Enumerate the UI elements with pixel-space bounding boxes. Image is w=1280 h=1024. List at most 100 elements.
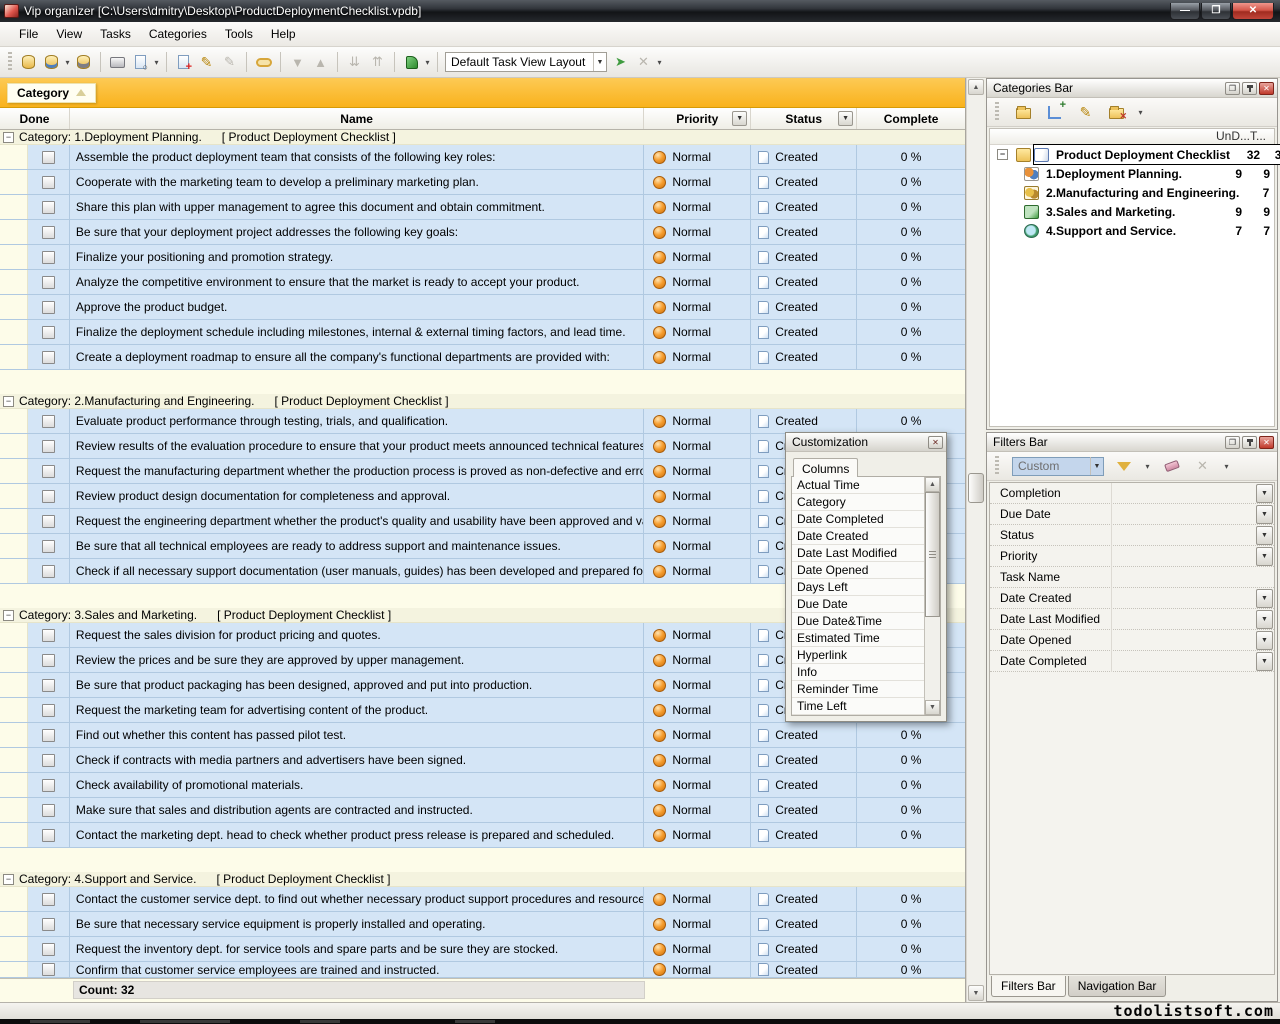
reminders-dropdown[interactable]: ▾ <box>423 58 432 67</box>
task-checkbox[interactable] <box>42 415 55 428</box>
column-header-complete[interactable]: Complete <box>857 108 965 129</box>
task-checkbox[interactable] <box>42 729 55 742</box>
status-filter-dropdown[interactable]: ▼ <box>838 111 853 126</box>
task-row[interactable]: Be sure that necessary service equipment… <box>0 912 965 937</box>
task-checkbox[interactable] <box>42 918 55 931</box>
task-checkbox[interactable] <box>42 201 55 214</box>
task-checkbox[interactable] <box>42 654 55 667</box>
layout-combo-arrow-icon[interactable]: ▼ <box>593 53 606 71</box>
filter-value-dropdown[interactable]: ▼ <box>1256 610 1273 629</box>
edit-task-button[interactable]: ✎ <box>195 51 218 74</box>
task-row[interactable]: Confirm that customer service employees … <box>0 962 965 978</box>
toolbar-overflow-dropdown[interactable]: ▾ <box>655 58 664 67</box>
filter-value-dropdown[interactable]: ▼ <box>1256 631 1273 650</box>
menu-item-tools[interactable]: Tools <box>216 23 262 45</box>
group-by-category-chip[interactable]: Category <box>7 83 96 103</box>
task-checkbox[interactable] <box>42 963 55 976</box>
task-row[interactable]: Create a deployment roadmap to ensure al… <box>0 345 965 370</box>
task-checkbox[interactable] <box>42 565 55 578</box>
task-checkbox[interactable] <box>42 540 55 553</box>
total-column-header[interactable]: T... <box>1250 129 1274 144</box>
dialog-scrollbar-thumb[interactable] <box>925 492 940 617</box>
panel-pin-button[interactable] <box>1242 436 1257 449</box>
print-preview-button[interactable] <box>129 51 152 74</box>
column-item-due-date-time[interactable]: Due Date&Time <box>792 613 924 630</box>
column-item-estimated-time[interactable]: Estimated Time <box>792 630 924 647</box>
collapse-icon[interactable]: − <box>3 610 14 621</box>
tree-item[interactable]: 4.Support and Service.77 <box>990 221 1274 240</box>
scroll-down-arrow-icon[interactable]: ▼ <box>968 985 984 1001</box>
dialog-scroll-up-icon[interactable]: ▲ <box>925 477 940 492</box>
task-checkbox[interactable] <box>42 754 55 767</box>
tab-filters-bar[interactable]: Filters Bar <box>991 976 1066 997</box>
category-group-row[interactable]: −Category: 4.Support and Service.[ Produ… <box>0 872 965 887</box>
filter-value-dropdown[interactable]: ▼ <box>1256 652 1273 671</box>
filter-combo-arrow-icon[interactable]: ▼ <box>1090 457 1103 475</box>
tree-item[interactable]: 1.Deployment Planning.99 <box>990 164 1274 183</box>
filter-value-input[interactable] <box>1112 651 1256 672</box>
tab-columns[interactable]: Columns <box>793 458 858 477</box>
task-checkbox[interactable] <box>42 301 55 314</box>
task-checkbox[interactable] <box>42 465 55 478</box>
tree-collapse-icon[interactable]: − <box>997 149 1008 160</box>
tree-item[interactable]: −Product Deployment Checklist3232 <box>990 145 1274 164</box>
task-checkbox[interactable] <box>42 679 55 692</box>
task-row[interactable]: Analyze the competitive environment to e… <box>0 270 965 295</box>
scrollbar-thumb[interactable] <box>968 473 984 503</box>
task-row[interactable]: Evaluate product performance through tes… <box>0 409 965 434</box>
menu-item-tasks[interactable]: Tasks <box>91 23 140 45</box>
task-checkbox[interactable] <box>42 490 55 503</box>
new-task-button[interactable] <box>172 51 195 74</box>
column-item-date-completed[interactable]: Date Completed <box>792 511 924 528</box>
apply-filter-dropdown[interactable]: ▾ <box>1143 462 1152 471</box>
tree-item[interactable]: 2.Manufacturing and Engineering.77 <box>990 183 1274 202</box>
task-checkbox[interactable] <box>42 804 55 817</box>
task-view-layout-combo[interactable]: Default Task View Layout ▼ <box>445 52 607 72</box>
column-header-status[interactable]: Status▼ <box>751 108 857 129</box>
move-up-button[interactable]: ▲ <box>309 51 332 74</box>
delete-layout-button[interactable]: ✕ <box>632 51 655 74</box>
restore-button[interactable]: ❐ <box>1201 3 1231 20</box>
task-checkbox[interactable] <box>42 893 55 906</box>
collapse-icon[interactable]: − <box>3 132 14 143</box>
category-group-row[interactable]: −Category: 2.Manufacturing and Engineeri… <box>0 394 965 409</box>
close-button[interactable]: ✕ <box>1232 3 1274 20</box>
clear-filter-button[interactable] <box>1160 455 1183 478</box>
panel-close-button[interactable]: ✕ <box>1259 436 1274 449</box>
task-row[interactable]: Request the inventory dept. for service … <box>0 937 965 962</box>
menu-item-categories[interactable]: Categories <box>140 23 216 45</box>
categories-toolbar-dropdown[interactable]: ▾ <box>1136 108 1145 117</box>
column-item-hyperlink[interactable]: Hyperlink <box>792 647 924 664</box>
column-header-priority[interactable]: Priority▼ <box>644 108 751 129</box>
task-row[interactable]: Check if contracts with media partners a… <box>0 748 965 773</box>
task-row[interactable]: Be sure that your deployment project add… <box>0 220 965 245</box>
apply-layout-button[interactable]: ➤ <box>609 51 632 74</box>
task-checkbox[interactable] <box>42 276 55 289</box>
task-row[interactable]: Check availability of promotional materi… <box>0 773 965 798</box>
task-row[interactable]: Contact the customer service dept. to fi… <box>0 887 965 912</box>
find-tasks-button[interactable] <box>252 51 275 74</box>
task-checkbox[interactable] <box>42 629 55 642</box>
task-row[interactable]: Finalize the deployment schedule includi… <box>0 320 965 345</box>
column-item-info[interactable]: Info <box>792 664 924 681</box>
dialog-scrollbar[interactable]: ▲ ▼ <box>924 477 940 715</box>
column-item-days-left[interactable]: Days Left <box>792 579 924 596</box>
move-to-bottom-button[interactable]: ⇊ <box>343 51 366 74</box>
tree-item[interactable]: 3.Sales and Marketing.99 <box>990 202 1274 221</box>
task-row[interactable]: Cooperate with the marketing team to dev… <box>0 170 965 195</box>
category-group-row[interactable]: −Category: 1.Deployment Planning.[ Produ… <box>0 130 965 145</box>
new-subcategory-button[interactable] <box>1043 101 1066 124</box>
tab-navigation-bar[interactable]: Navigation Bar <box>1068 976 1167 997</box>
move-to-top-button[interactable]: ⇈ <box>366 51 389 74</box>
task-checkbox[interactable] <box>42 351 55 364</box>
dialog-close-button[interactable]: ✕ <box>928 436 943 449</box>
panel-close-button[interactable]: ✕ <box>1259 82 1274 95</box>
menu-item-view[interactable]: View <box>47 23 91 45</box>
panel-pin-button[interactable] <box>1242 82 1257 95</box>
column-header-done[interactable]: Done <box>0 108 70 129</box>
task-checkbox[interactable] <box>42 704 55 717</box>
new-category-button[interactable] <box>1012 101 1035 124</box>
task-checkbox[interactable] <box>42 515 55 528</box>
undone-column-header[interactable]: UnD... <box>1216 129 1250 144</box>
filter-value-input[interactable] <box>1112 588 1256 609</box>
